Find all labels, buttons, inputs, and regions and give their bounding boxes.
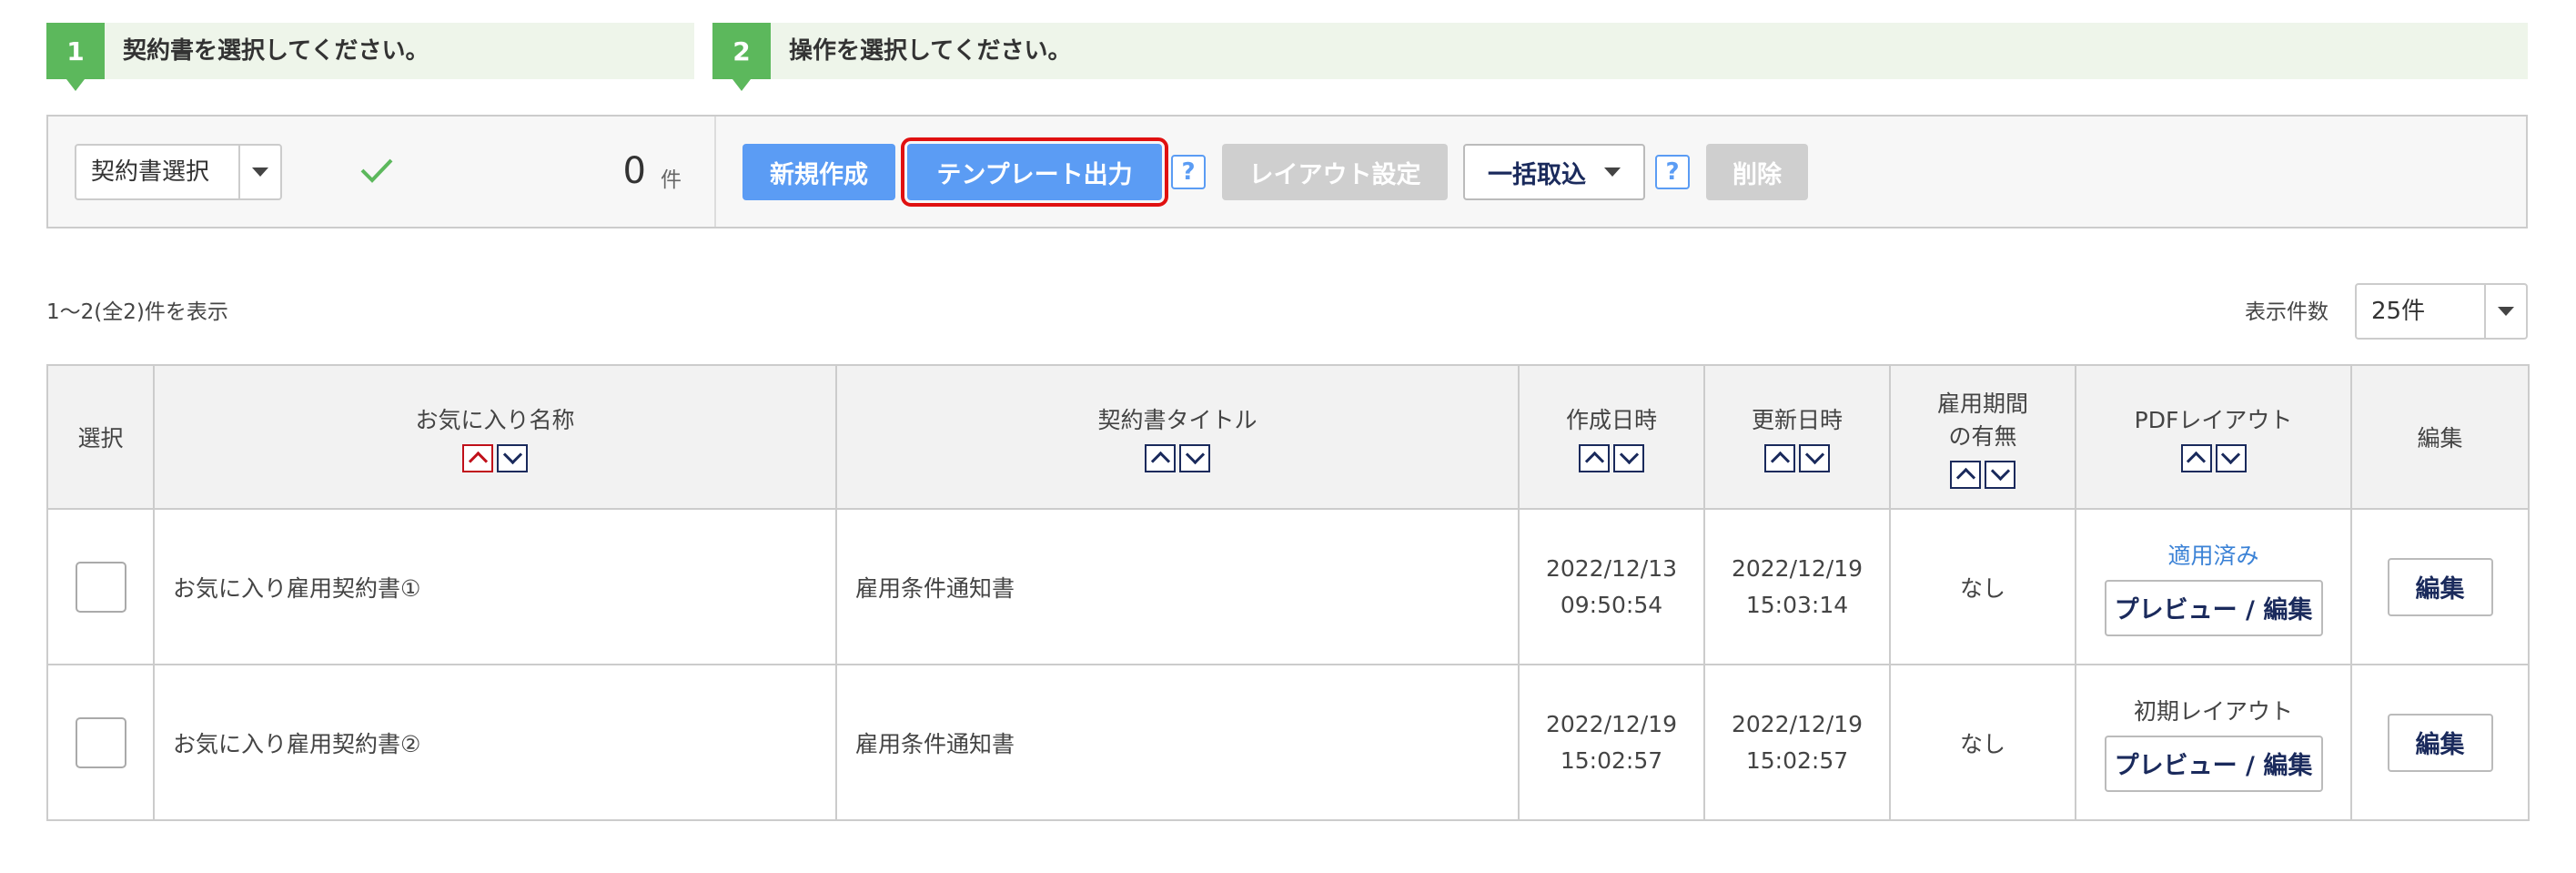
sort-desc-icon[interactable] bbox=[1613, 443, 1644, 472]
template-output-button[interactable]: テンプレート出力 bbox=[901, 137, 1168, 207]
step-1-number: 1 bbox=[46, 23, 105, 91]
header-favorite-name: お気に入り名称 bbox=[153, 364, 837, 510]
table-row: お気に入り雇用契約書② 雇用条件通知書 2022/12/19 15:02:57 … bbox=[46, 664, 2530, 821]
row-select-cell bbox=[46, 508, 155, 665]
sort-desc-icon[interactable] bbox=[2215, 443, 2247, 472]
sort-desc-icon[interactable] bbox=[1799, 443, 1830, 472]
header-updated-label: 更新日時 bbox=[1751, 406, 1843, 433]
bulk-import-label: 一括取込 bbox=[1488, 160, 1586, 189]
updated-cell: 2022/12/19 15:02:57 bbox=[1703, 664, 1891, 821]
table-row: お気に入り雇用契約書① 雇用条件通知書 2022/12/13 09:50:54 … bbox=[46, 508, 2530, 665]
per-page-select[interactable]: 25件 bbox=[2355, 283, 2528, 340]
check-icon bbox=[360, 158, 393, 183]
step-2-text: 操作を選択してください。 bbox=[789, 37, 1072, 65]
pdf-status-link[interactable]: 適用済み bbox=[2077, 538, 2349, 574]
header-pdf-layout: PDFレイアウト bbox=[2075, 364, 2352, 510]
favorites-table: 選択 お気に入り名称 契約書タイトル 作成日時 更新日時 雇用期間 の有無 PD… bbox=[46, 364, 2530, 821]
sort-asc-icon[interactable] bbox=[2180, 443, 2212, 472]
sort-asc-icon[interactable] bbox=[1145, 443, 1176, 472]
row-checkbox[interactable] bbox=[75, 561, 126, 613]
pdf-status-text: 初期レイアウト bbox=[2133, 697, 2293, 725]
per-page-value: 25件 bbox=[2371, 298, 2426, 325]
step-1-text: 契約書を選択してください。 bbox=[123, 37, 429, 65]
sort-asc-icon[interactable] bbox=[1579, 443, 1610, 472]
updated-time: 15:03:14 bbox=[1745, 591, 1849, 618]
contract-title-cell: 雇用条件通知書 bbox=[835, 508, 1520, 665]
header-edit: 編集 bbox=[2350, 364, 2530, 510]
chevron-down-icon bbox=[2484, 285, 2526, 338]
period-cell: なし bbox=[1889, 508, 2076, 665]
header-favorite-name-label: お気に入り名称 bbox=[415, 406, 575, 433]
header-period-line1: 雇用期間 bbox=[1936, 390, 2028, 417]
row-select-cell bbox=[46, 664, 155, 821]
bulk-import-button[interactable]: 一括取込 bbox=[1463, 144, 1645, 200]
bulk-import-help-icon[interactable]: ? bbox=[1655, 155, 1690, 189]
sort-asc-icon[interactable] bbox=[1764, 443, 1795, 472]
created-time: 09:50:54 bbox=[1560, 591, 1663, 618]
favorite-name-cell: お気に入り雇用契約書② bbox=[153, 664, 837, 821]
sort-desc-icon[interactable] bbox=[1179, 443, 1210, 472]
delete-button[interactable]: 削除 bbox=[1706, 144, 1808, 200]
sort-desc-icon[interactable] bbox=[1985, 460, 2015, 489]
updated-cell: 2022/12/19 15:03:14 bbox=[1703, 508, 1891, 665]
header-select-label: 選択 bbox=[77, 425, 124, 452]
per-page-label: 表示件数 bbox=[2245, 300, 2329, 324]
row-checkbox[interactable] bbox=[75, 716, 126, 768]
contract-select[interactable]: 契約書選択 bbox=[75, 144, 282, 200]
favorite-name-cell: お気に入り雇用契約書① bbox=[153, 508, 837, 665]
chevron-down-icon bbox=[238, 146, 280, 198]
header-select: 選択 bbox=[46, 364, 155, 510]
header-created: 作成日時 bbox=[1518, 364, 1705, 510]
step-1-header: 1 契約書を選択してください。 bbox=[46, 23, 694, 91]
header-updated: 更新日時 bbox=[1703, 364, 1891, 510]
preview-edit-button[interactable]: プレビュー / 編集 bbox=[2104, 735, 2323, 792]
updated-date: 2022/12/19 bbox=[1731, 554, 1864, 582]
contract-title-cell: 雇用条件通知書 bbox=[835, 664, 1520, 821]
created-time: 15:02:57 bbox=[1560, 746, 1663, 774]
pdf-layout-cell: 初期レイアウト プレビュー / 編集 bbox=[2075, 664, 2352, 821]
template-help-icon[interactable]: ? bbox=[1171, 155, 1206, 189]
edit-button[interactable]: 編集 bbox=[2387, 557, 2493, 616]
sort-asc-icon[interactable] bbox=[1950, 460, 1981, 489]
header-created-label: 作成日時 bbox=[1565, 406, 1657, 433]
created-cell: 2022/12/19 15:02:57 bbox=[1518, 664, 1705, 821]
sort-desc-icon[interactable] bbox=[497, 443, 528, 472]
result-range-text: 1〜2(全2)件を表示 bbox=[46, 300, 228, 324]
chevron-down-icon bbox=[1604, 167, 1621, 177]
period-cell: なし bbox=[1889, 664, 2076, 821]
header-contract-title: 契約書タイトル bbox=[835, 364, 1520, 510]
updated-time: 15:02:57 bbox=[1745, 746, 1849, 774]
table-header-row: 選択 お気に入り名称 契約書タイトル 作成日時 更新日時 雇用期間 の有無 PD… bbox=[46, 364, 2530, 510]
new-create-button[interactable]: 新規作成 bbox=[742, 144, 895, 200]
step-2-number: 2 bbox=[712, 23, 771, 91]
header-period-line2: の有無 bbox=[1948, 422, 2017, 450]
pdf-layout-cell: 適用済み プレビュー / 編集 bbox=[2075, 508, 2352, 665]
created-date: 2022/12/19 bbox=[1545, 710, 1678, 737]
selected-count-unit: 件 bbox=[661, 168, 682, 192]
contract-select-label: 契約書選択 bbox=[91, 158, 210, 186]
header-edit-label: 編集 bbox=[2417, 425, 2463, 452]
updated-date: 2022/12/19 bbox=[1731, 710, 1864, 737]
edit-cell: 編集 bbox=[2350, 508, 2530, 665]
header-contract-title-label: 契約書タイトル bbox=[1097, 406, 1258, 433]
header-pdf-layout-label: PDFレイアウト bbox=[2134, 406, 2293, 433]
created-date: 2022/12/13 bbox=[1545, 554, 1678, 582]
sort-asc-icon[interactable] bbox=[462, 443, 493, 472]
preview-edit-button[interactable]: プレビュー / 編集 bbox=[2104, 579, 2323, 636]
edit-cell: 編集 bbox=[2350, 664, 2530, 821]
step-2-header: 2 操作を選択してください。 bbox=[712, 23, 2528, 91]
header-employment-period: 雇用期間 の有無 bbox=[1889, 364, 2076, 510]
layout-settings-button[interactable]: レイアウト設定 bbox=[1222, 144, 1448, 200]
panel-divider bbox=[714, 117, 716, 227]
edit-button[interactable]: 編集 bbox=[2387, 713, 2493, 772]
selected-count: 0 bbox=[622, 150, 646, 192]
created-cell: 2022/12/13 09:50:54 bbox=[1518, 508, 1705, 665]
